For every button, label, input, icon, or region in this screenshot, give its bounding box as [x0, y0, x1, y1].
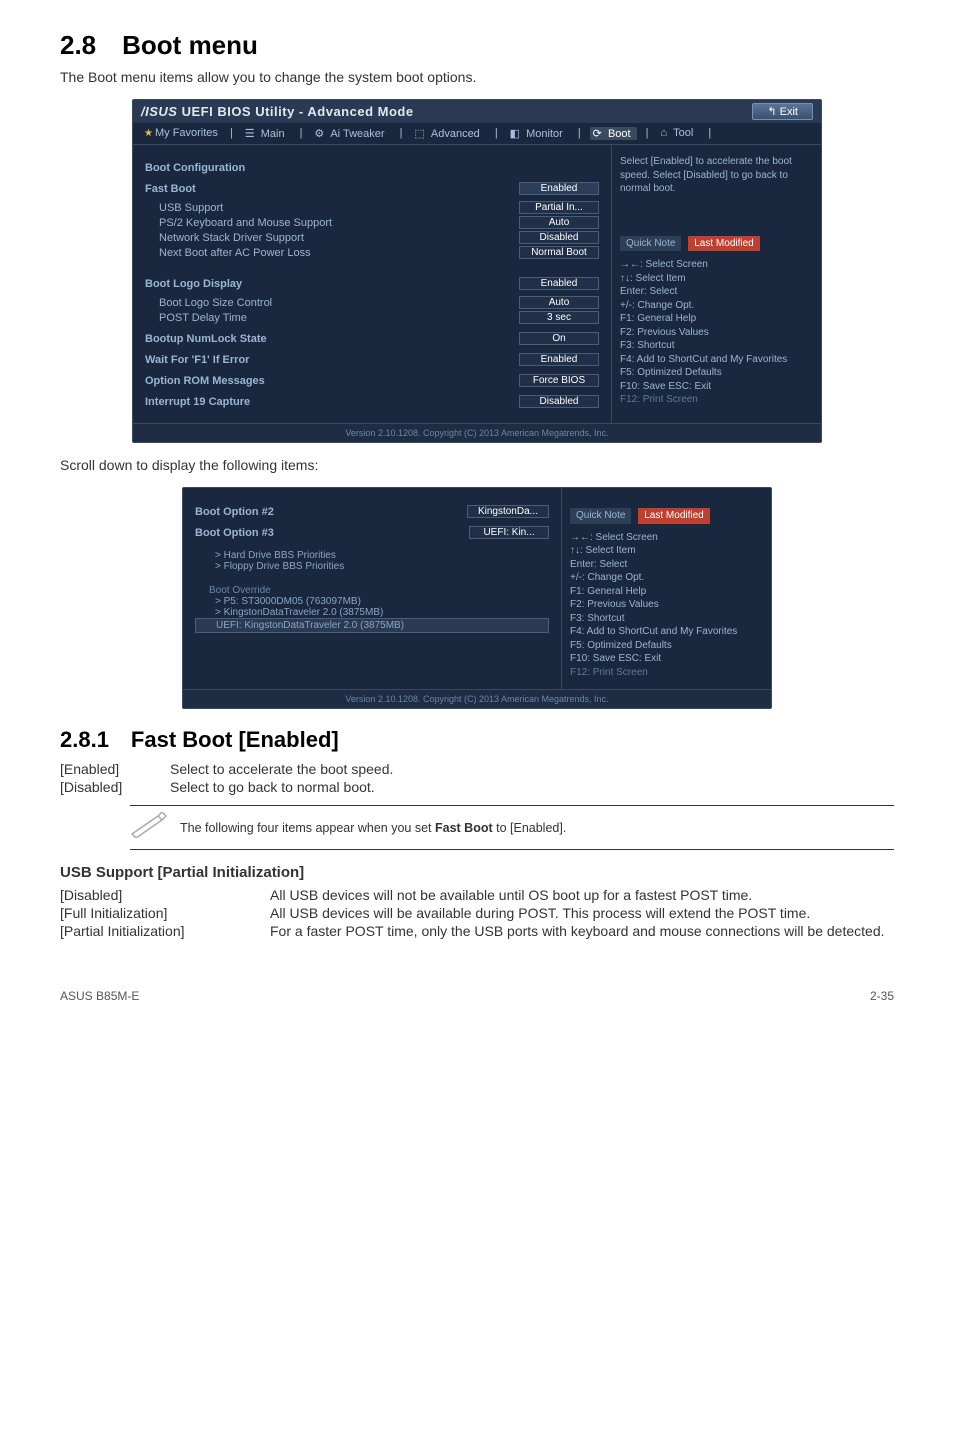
- floppy-bbs[interactable]: > Floppy Drive BBS Priorities: [195, 561, 549, 572]
- bios-screenshot-1: /ISUS UEFI BIOS Utility - Advanced Mode …: [132, 99, 822, 443]
- bios-help-panel: Select [Enabled] to accelerate the boot …: [611, 145, 821, 423]
- value-wait-f1[interactable]: Enabled: [519, 353, 599, 366]
- value-next-boot[interactable]: Normal Boot: [519, 246, 599, 259]
- setting-wait-f1[interactable]: Wait For 'F1' If Error: [145, 354, 519, 366]
- bios-window-title: UEFI BIOS Utility - Advanced Mode: [182, 104, 414, 119]
- bios2-help-panel: Quick Note Last Modified →←: Select Scre…: [561, 488, 771, 689]
- setting-int19[interactable]: Interrupt 19 Capture: [145, 396, 519, 408]
- tab-advanced[interactable]: ⬚ Advanced: [411, 127, 485, 140]
- value-numlock[interactable]: On: [519, 332, 599, 345]
- def-enabled: [Enabled] Select to accelerate the boot …: [60, 761, 894, 777]
- bios-tabs: My Favorites | ☰ Main | ⚙ Ai Tweaker | ⬚…: [133, 123, 821, 145]
- tab-tool[interactable]: ⌂ Tool: [657, 127, 699, 140]
- subsection-title: 2.8.1 Fast Boot [Enabled]: [60, 727, 894, 753]
- section-title: 2.8 Boot menu: [60, 30, 894, 61]
- note-pencil-icon: [130, 812, 180, 843]
- bios-settings-panel: Boot Configuration Fast Boot Enabled USB…: [133, 145, 611, 423]
- value-boot-logo[interactable]: Enabled: [519, 277, 599, 290]
- setting-network-stack[interactable]: Network Stack Driver Support: [145, 232, 519, 244]
- setting-option-rom[interactable]: Option ROM Messages: [145, 375, 519, 387]
- note-text: The following four items appear when you…: [180, 821, 566, 835]
- override-item-1[interactable]: > P5: ST3000DM05 (763097MB): [195, 596, 549, 607]
- override-item-selected[interactable]: UEFI: KingstonDataTraveler 2.0 (3875MB): [195, 618, 549, 633]
- scroll-hint: Scroll down to display the following ite…: [60, 457, 894, 473]
- usb-def-full: [Full Initialization] All USB devices wi…: [60, 905, 894, 921]
- setting-boot-opt3[interactable]: Boot Option #3: [195, 527, 469, 539]
- tab-boot[interactable]: ⟳ Boot: [590, 127, 637, 140]
- def-disabled: [Disabled] Select to go back to normal b…: [60, 779, 894, 795]
- override-item-2[interactable]: > KingstonDataTraveler 2.0 (3875MB): [195, 607, 549, 618]
- value-fast-boot[interactable]: Enabled: [519, 182, 599, 195]
- quick-note-badge2[interactable]: Quick Note: [570, 508, 631, 524]
- bios-footer: Version 2.10.1208. Copyright (C) 2013 Am…: [133, 423, 821, 442]
- bios-screenshot-2: Boot Option #2 KingstonDa... Boot Option…: [182, 487, 772, 709]
- value-logo-size[interactable]: Auto: [519, 296, 599, 309]
- setting-logo-size[interactable]: Boot Logo Size Control: [145, 297, 519, 309]
- value-boot-opt3[interactable]: UEFI: Kin...: [469, 526, 549, 539]
- usb-def-partial: [Partial Initialization] For a faster PO…: [60, 923, 894, 939]
- setting-post-delay[interactable]: POST Delay Time: [145, 312, 519, 324]
- boot-override-header: Boot Override: [195, 585, 549, 596]
- setting-fast-boot[interactable]: Fast Boot: [145, 183, 519, 195]
- setting-numlock[interactable]: Bootup NumLock State: [145, 333, 519, 345]
- value-usb-support[interactable]: Partial In...: [519, 201, 599, 214]
- setting-usb-support[interactable]: USB Support: [145, 202, 519, 214]
- bios2-settings-panel: Boot Option #2 KingstonDa... Boot Option…: [183, 488, 561, 689]
- hdd-bbs[interactable]: > Hard Drive BBS Priorities: [195, 550, 549, 561]
- bios2-footer: Version 2.10.1208. Copyright (C) 2013 Am…: [183, 689, 771, 708]
- note-box: The following four items appear when you…: [130, 805, 894, 850]
- footer-right: 2-35: [870, 989, 894, 1003]
- setting-boot-opt2[interactable]: Boot Option #2: [195, 506, 467, 518]
- footer-left: ASUS B85M-E: [60, 989, 139, 1003]
- last-modified-badge2[interactable]: Last Modified: [638, 508, 709, 524]
- value-network-stack[interactable]: Disabled: [519, 231, 599, 244]
- key-legend: →←: Select Screen ↑↓: Select Item Enter:…: [620, 258, 813, 407]
- quick-note-badge[interactable]: Quick Note: [620, 236, 681, 252]
- exit-icon: ↰: [767, 106, 779, 118]
- exit-button[interactable]: ↰ Exit: [752, 103, 813, 120]
- section-intro: The Boot menu items allow you to change …: [60, 69, 894, 85]
- last-modified-badge[interactable]: Last Modified: [688, 236, 759, 252]
- value-option-rom[interactable]: Force BIOS: [519, 374, 599, 387]
- value-post-delay[interactable]: 3 sec: [519, 311, 599, 324]
- value-ps2[interactable]: Auto: [519, 216, 599, 229]
- key-legend2: →←: Select Screen ↑↓: Select Item Enter:…: [570, 531, 763, 680]
- group-boot-config: Boot Configuration: [145, 162, 599, 174]
- setting-next-boot[interactable]: Next Boot after AC Power Loss: [145, 247, 519, 259]
- setting-boot-logo[interactable]: Boot Logo Display: [145, 278, 519, 290]
- value-boot-opt2[interactable]: KingstonDa...: [467, 505, 549, 518]
- tab-aitweaker[interactable]: ⚙ Ai Tweaker: [311, 127, 390, 140]
- page-footer: ASUS B85M-E 2-35: [60, 989, 894, 1003]
- value-int19[interactable]: Disabled: [519, 395, 599, 408]
- bios-brand: /ISUS: [141, 104, 177, 119]
- usb-support-heading: USB Support [Partial Initialization]: [60, 864, 894, 881]
- tab-favorites[interactable]: My Favorites: [141, 127, 221, 140]
- tab-monitor[interactable]: ◧ Monitor: [507, 127, 569, 140]
- usb-def-disabled: [Disabled] All USB devices will not be a…: [60, 887, 894, 903]
- tab-main[interactable]: ☰ Main: [242, 127, 291, 140]
- setting-ps2[interactable]: PS/2 Keyboard and Mouse Support: [145, 217, 519, 229]
- help-hint: Select [Enabled] to accelerate the boot …: [620, 155, 813, 196]
